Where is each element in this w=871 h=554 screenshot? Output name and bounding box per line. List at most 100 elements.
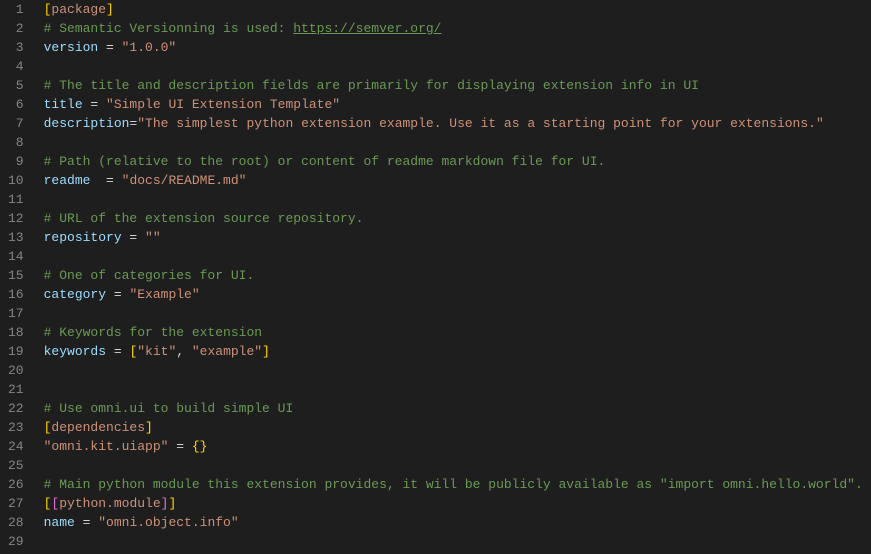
token-comment: # Use omni.ui to build simple UI: [44, 401, 294, 416]
line-number: 21: [8, 380, 24, 399]
code-line[interactable]: [44, 380, 871, 399]
code-line[interactable]: # Semantic Versionning is used: https://…: [44, 19, 871, 38]
code-line[interactable]: readme = "docs/README.md": [44, 171, 871, 190]
code-line[interactable]: [44, 247, 871, 266]
code-line[interactable]: # Main python module this extension prov…: [44, 475, 871, 494]
code-line[interactable]: # One of categories for UI.: [44, 266, 871, 285]
code-editor[interactable]: 1234567891011121314151617181920212223242…: [0, 0, 871, 554]
token-string: "docs/README.md": [122, 173, 247, 188]
line-number: 6: [8, 95, 24, 114]
line-number: 18: [8, 323, 24, 342]
code-line[interactable]: [44, 361, 871, 380]
token-section: package: [51, 2, 106, 17]
token-comment: # Main python module this extension prov…: [44, 477, 863, 492]
token-section: python.module: [59, 496, 160, 511]
token-string: "example": [192, 344, 262, 359]
token-key: readme: [44, 173, 91, 188]
token-comment: # Keywords for the extension: [44, 325, 262, 340]
token-op: =: [122, 230, 145, 245]
token-key: category: [44, 287, 106, 302]
token-key: title: [44, 97, 83, 112]
code-line[interactable]: # URL of the extension source repository…: [44, 209, 871, 228]
token-key: keywords: [44, 344, 106, 359]
token-op: =: [106, 344, 129, 359]
line-number: 22: [8, 399, 24, 418]
code-line[interactable]: description="The simplest python extensi…: [44, 114, 871, 133]
code-line[interactable]: # Path (relative to the root) or content…: [44, 152, 871, 171]
token-key: version: [44, 40, 99, 55]
token-bracket-y: }: [200, 439, 208, 454]
token-string: "omni.object.info": [98, 515, 238, 530]
token-string: "Simple UI Extension Template": [106, 97, 340, 112]
line-number: 27: [8, 494, 24, 513]
line-number: 5: [8, 76, 24, 95]
code-line[interactable]: version = "1.0.0": [44, 38, 871, 57]
line-number: 2: [8, 19, 24, 38]
token-link: https://semver.org/: [293, 21, 441, 36]
code-line[interactable]: [44, 304, 871, 323]
token-op: =: [83, 97, 106, 112]
token-op: =: [98, 40, 121, 55]
token-op: =: [75, 515, 98, 530]
code-line[interactable]: [44, 532, 871, 551]
code-line[interactable]: [44, 57, 871, 76]
code-line[interactable]: keywords = ["kit", "example"]: [44, 342, 871, 361]
line-number: 10: [8, 171, 24, 190]
code-line[interactable]: [44, 456, 871, 475]
code-line[interactable]: [44, 133, 871, 152]
token-bracket-y: ]: [262, 344, 270, 359]
token-bracket-y: ]: [145, 420, 153, 435]
token-string: "": [145, 230, 161, 245]
line-number: 9: [8, 152, 24, 171]
line-number: 29: [8, 532, 24, 551]
token-string: "Example": [129, 287, 199, 302]
code-line[interactable]: repository = "": [44, 228, 871, 247]
code-line[interactable]: [package]: [44, 0, 871, 19]
token-string: "kit": [137, 344, 176, 359]
token-comment: # URL of the extension source repository…: [44, 211, 364, 226]
code-line[interactable]: [[python.module]]: [44, 494, 871, 513]
line-number: 15: [8, 266, 24, 285]
code-line[interactable]: category = "Example": [44, 285, 871, 304]
line-number: 19: [8, 342, 24, 361]
token-bracket-y: ]: [106, 2, 114, 17]
code-line[interactable]: [44, 190, 871, 209]
line-number: 7: [8, 114, 24, 133]
code-line[interactable]: name = "omni.object.info": [44, 513, 871, 532]
code-line[interactable]: [dependencies]: [44, 418, 871, 437]
code-line[interactable]: title = "Simple UI Extension Template": [44, 95, 871, 114]
code-line[interactable]: "omni.kit.uiapp" = {}: [44, 437, 871, 456]
token-string: "omni.kit.uiapp": [44, 439, 169, 454]
token-section: dependencies: [51, 420, 145, 435]
line-number: 1: [8, 0, 24, 19]
token-op: =: [90, 173, 121, 188]
line-number: 24: [8, 437, 24, 456]
token-comment: # Semantic Versionning is used:: [44, 21, 294, 36]
code-line[interactable]: # Use omni.ui to build simple UI: [44, 399, 871, 418]
token-string: "1.0.0": [122, 40, 177, 55]
line-number: 26: [8, 475, 24, 494]
token-op: =: [106, 287, 129, 302]
line-number-gutter: 1234567891011121314151617181920212223242…: [0, 0, 36, 554]
token-comment: # Path (relative to the root) or content…: [44, 154, 606, 169]
line-number: 17: [8, 304, 24, 323]
line-number: 11: [8, 190, 24, 209]
line-number: 16: [8, 285, 24, 304]
line-number: 8: [8, 133, 24, 152]
line-number: 3: [8, 38, 24, 57]
code-line[interactable]: # Keywords for the extension: [44, 323, 871, 342]
line-number: 20: [8, 361, 24, 380]
code-content[interactable]: [package]# Semantic Versionning is used:…: [36, 0, 871, 554]
token-key: repository: [44, 230, 122, 245]
line-number: 28: [8, 513, 24, 532]
line-number: 14: [8, 247, 24, 266]
code-line[interactable]: # The title and description fields are p…: [44, 76, 871, 95]
line-number: 4: [8, 57, 24, 76]
token-comment: # One of categories for UI.: [44, 268, 255, 283]
token-string: "The simplest python extension example. …: [137, 116, 824, 131]
token-op: ,: [176, 344, 192, 359]
line-number: 23: [8, 418, 24, 437]
line-number: 25: [8, 456, 24, 475]
line-number: 12: [8, 209, 24, 228]
line-number: 13: [8, 228, 24, 247]
